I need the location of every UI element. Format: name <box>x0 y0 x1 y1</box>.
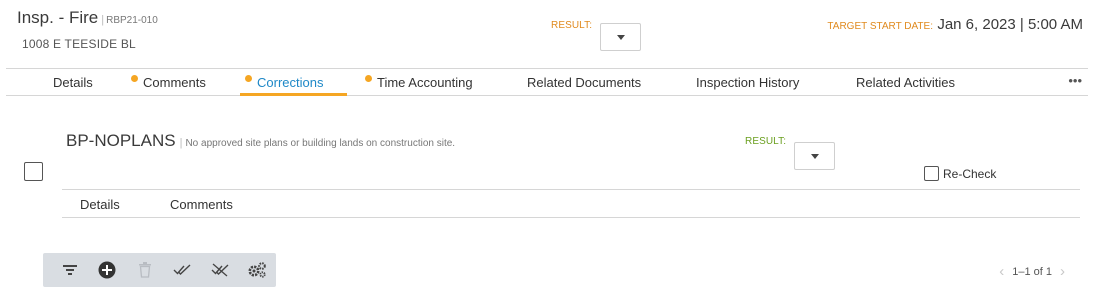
indicator-dot-icon <box>365 75 372 82</box>
recheck-option[interactable]: Re-Check <box>924 166 996 181</box>
tab-inspection-history[interactable]: Inspection History <box>696 75 799 90</box>
add-button[interactable] <box>89 253 127 287</box>
divider <box>62 189 1080 190</box>
title-separator: | <box>101 14 105 26</box>
chevron-right-icon[interactable]: › <box>1060 263 1065 280</box>
add-circle-icon <box>98 261 116 279</box>
uncheck-all-button[interactable] <box>201 253 239 287</box>
uncheck-all-icon <box>211 263 229 277</box>
tab-comments[interactable]: Comments <box>131 75 206 90</box>
active-tab-underline <box>240 93 347 96</box>
tab-label: Inspection History <box>696 75 800 90</box>
correction-result-label: RESULT: <box>745 136 787 147</box>
indicator-dot-icon <box>131 75 138 82</box>
recheck-label: Re-Check <box>943 166 997 181</box>
corrections-toolbar <box>43 253 276 287</box>
inspection-title: Insp. - Fire | RBP21-010 <box>17 8 158 28</box>
correction-select-checkbox[interactable] <box>24 162 43 181</box>
tab-label: Time Accounting <box>377 75 473 90</box>
subtab-comments[interactable]: Comments <box>170 197 233 212</box>
tab-label: Comments <box>143 75 206 90</box>
tab-corrections[interactable]: Corrections <box>245 75 323 90</box>
target-start-date-label: TARGET START DATE: <box>827 21 933 32</box>
filter-button[interactable] <box>51 253 89 287</box>
more-options-icon[interactable]: ••• <box>1068 73 1082 88</box>
result-label: RESULT: <box>551 20 593 31</box>
tab-details[interactable]: Details <box>53 75 93 90</box>
delete-button[interactable] <box>126 253 164 287</box>
chevron-down-icon <box>810 153 819 159</box>
trash-icon <box>138 262 151 278</box>
chevron-left-icon[interactable]: ‹ <box>999 263 1004 280</box>
settings-gears-icon <box>248 262 267 278</box>
title-separator: | <box>179 137 183 149</box>
filter-icon <box>62 265 77 275</box>
tab-time-accounting[interactable]: Time Accounting <box>365 75 473 90</box>
settings-button[interactable] <box>239 253 277 287</box>
tab-label: Related Activities <box>856 75 955 90</box>
check-all-icon <box>173 264 191 275</box>
inspection-type: Insp. - Fire <box>17 8 99 27</box>
tab-label: Corrections <box>257 75 324 90</box>
recheck-checkbox[interactable] <box>924 166 939 181</box>
tab-label: Related Documents <box>527 75 642 90</box>
tab-related-activities[interactable]: Related Activities <box>856 75 955 90</box>
pagination: ‹ 1–1 of 1 › <box>991 263 1073 280</box>
tab-label: Details <box>53 75 93 90</box>
subtab-details[interactable]: Details <box>80 197 120 212</box>
chevron-down-icon <box>616 34 625 40</box>
divider <box>62 217 1080 218</box>
check-all-button[interactable] <box>164 253 202 287</box>
result-dropdown[interactable] <box>600 23 641 51</box>
correction-result-dropdown[interactable] <box>794 142 835 170</box>
tab-related-documents[interactable]: Related Documents <box>527 75 641 90</box>
inspection-address: 1008 E TEESIDE BL <box>22 37 136 51</box>
tab-bar: Details Comments Corrections Time Accoun… <box>6 68 1088 96</box>
correction-code: BP-NOPLANS <box>66 131 176 150</box>
indicator-dot-icon <box>245 75 252 82</box>
pagination-range: 1–1 of 1 <box>1012 265 1052 278</box>
correction-title: BP-NOPLANS | No approved site plans or bui… <box>66 131 455 151</box>
correction-description: No approved site plans or building lands… <box>185 138 456 149</box>
target-start-date-value: Jan 6, 2023 | 5:00 AM <box>937 16 1083 33</box>
inspection-code: RBP21-010 <box>106 15 158 26</box>
